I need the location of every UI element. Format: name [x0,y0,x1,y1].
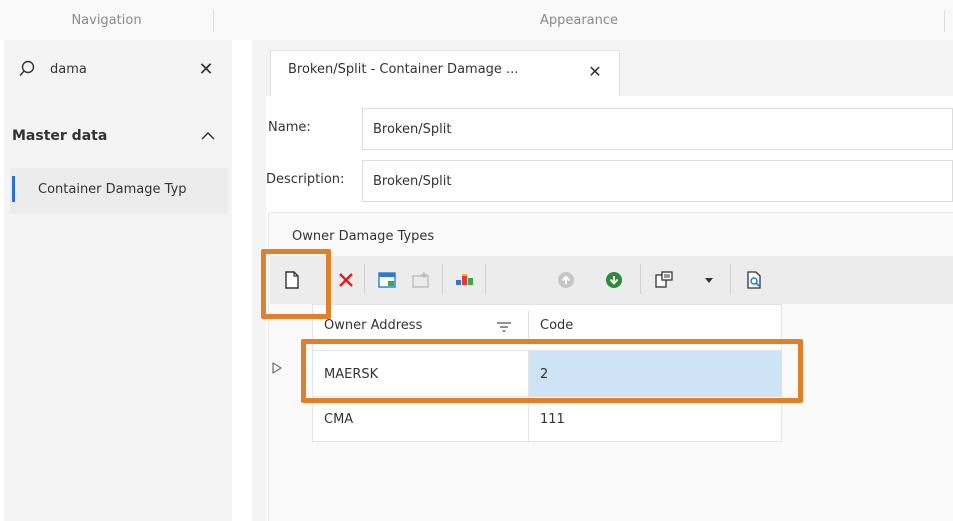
edit-form-button[interactable] [374,267,400,293]
arrow-down-circle-icon [606,272,622,288]
appearance-header: Appearance [539,12,619,28]
toolbar-separator [640,264,641,294]
add-row-icon [412,272,429,288]
column-header-code[interactable]: Code [540,318,573,333]
layout-button[interactable] [651,267,677,293]
arrow-up-circle-icon [558,272,574,288]
color-blocks-icon [456,274,473,285]
highlight-box-row [301,339,803,403]
layout-dropdown-button[interactable] [696,267,722,293]
tab-label: Broken/Split - Container Damage ... [288,62,519,77]
add-row-button-disabled[interactable] [408,267,434,293]
chevron-up-icon[interactable] [198,126,218,146]
column-header-owner-address[interactable]: Owner Address [324,318,422,333]
cell-code[interactable]: 111 [540,412,565,427]
description-field[interactable]: Broken/Split [362,160,953,202]
color-layout-button[interactable] [452,267,478,293]
print-preview-icon [747,271,761,289]
nav-group-title[interactable]: Master data [12,128,107,144]
clear-search-button[interactable]: ✕ [196,58,216,80]
layout-icon [655,271,673,288]
caret-down-icon [705,278,713,283]
highlight-box-new-button [261,249,331,319]
column-divider[interactable] [528,310,529,342]
row-indicator-icon [272,362,288,378]
print-preview-button[interactable] [741,267,767,293]
move-down-button[interactable] [601,267,627,293]
navigation-panel [4,40,232,521]
toolbar-separator [364,264,365,294]
cell-owner-address[interactable]: CMA [324,412,353,427]
window-edit-icon [378,272,396,288]
selected-indicator [12,176,15,202]
close-icon: ✕ [588,61,602,81]
close-icon: ✕ [198,58,214,80]
filter-icon[interactable] [496,320,512,334]
toolbar-separator [442,264,443,294]
tab-close-button[interactable]: ✕ [585,60,605,82]
navigation-header: Navigation [71,12,142,28]
header-divider [944,10,945,32]
delete-button[interactable] [333,267,359,293]
move-up-button-disabled[interactable] [553,267,579,293]
sidebar-item-label: Container Damage Typ [38,182,187,197]
delete-icon [339,273,353,287]
search-input[interactable]: dama [50,58,87,80]
search-icon [18,60,36,78]
toolbar-separator [730,264,731,294]
toolbar-separator [485,264,486,294]
name-field[interactable]: Broken/Split [362,108,953,150]
group-title: Owner Damage Types [292,229,435,244]
description-label: Description: [266,172,345,187]
name-label: Name: [268,120,311,135]
